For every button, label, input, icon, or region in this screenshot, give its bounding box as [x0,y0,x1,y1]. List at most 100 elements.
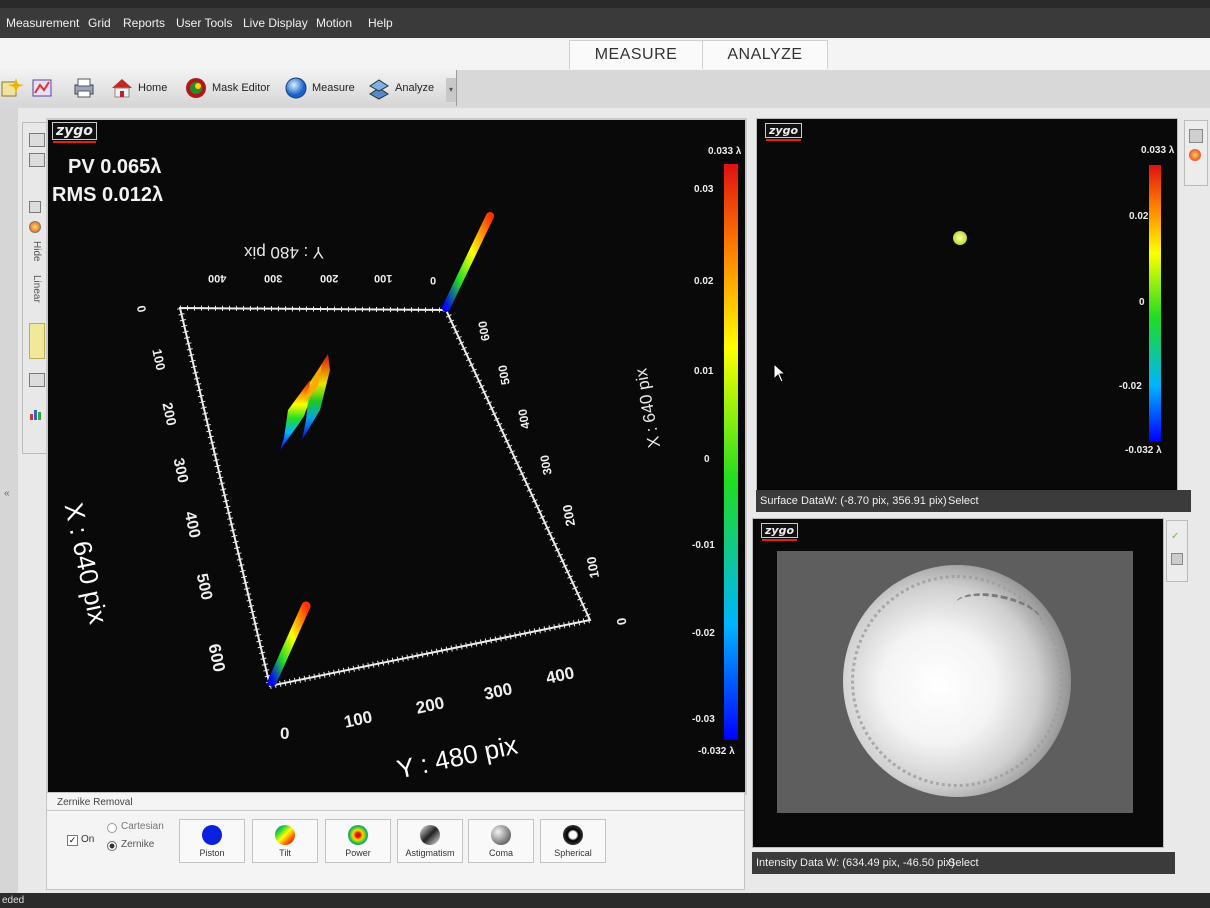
back-y-tick: 300 [264,272,283,284]
back-y-tick: 200 [320,272,339,284]
colorbar-tick: 0.02 [694,276,714,287]
measure-icon [285,77,307,99]
menu-bar: Measurement Grid Reports User Tools Live… [0,8,1210,39]
cartesian-label: Cartesian [121,821,164,832]
view-icon[interactable] [29,133,45,147]
back-y-tick: 400 [208,272,227,284]
analyze-button[interactable]: Analyze [367,74,434,102]
surface-side-toolbar [1184,120,1208,186]
check-icon[interactable]: ✓ [1171,531,1181,542]
color-map-icon[interactable] [29,221,41,233]
print-button[interactable] [72,74,100,102]
view2-icon[interactable] [29,153,45,167]
cartesian-radio[interactable] [107,823,117,833]
colorbar-tick: -0.01 [692,540,715,551]
mask-editor-icon [186,78,206,98]
power-button[interactable]: Power [325,819,391,863]
intensity-data-plot[interactable]: zygo [752,518,1164,848]
coma-button[interactable]: Coma [468,819,534,863]
power-label: Power [345,848,371,858]
intensity-image [777,551,1133,813]
status-bar: eded [0,893,1210,908]
surface-colorbar-min: -0.032 λ [1125,445,1162,456]
tilt-icon [275,825,295,845]
colorbar [724,164,738,740]
grid-icon[interactable] [1171,553,1183,565]
intensity-cursor-coords: W: (634.49 pix, -46.50 pix) [826,857,955,869]
home-button[interactable]: Home [110,74,167,102]
colorbar-tick: -0.03 [692,714,715,725]
menu-help[interactable]: Help [368,16,393,30]
intensity-spot [843,565,1071,797]
menu-motion[interactable]: Motion [316,16,352,30]
surface-status-label: Surface Data [760,495,825,507]
measure-button[interactable]: Measure [284,74,355,102]
spherical-button[interactable]: Spherical [540,819,606,863]
sparkle-icon [1,78,24,97]
printer-icon [74,78,94,98]
bar-chart-icon[interactable] [29,407,43,420]
astigmatism-icon [420,825,440,845]
highlight-tool-icon[interactable] [29,323,45,359]
color-map-icon[interactable] [1189,149,1201,161]
back-y-tick: 100 [374,272,393,284]
new-tool-button[interactable] [0,74,28,102]
toolbar-overflow-button[interactable]: ▾ [446,78,456,102]
intensity-side-toolbar: ✓ [1166,520,1188,582]
divider [47,810,744,811]
y-axis-back-title: Y : 480 pix [244,243,325,262]
back-y-tick: 0 [430,274,437,286]
menu-live-display[interactable]: Live Display [243,16,308,30]
tab-measure[interactable]: MEASURE [569,40,703,69]
chart-window-icon [32,79,52,97]
colorbar-min: -0.032 λ [698,746,735,757]
hide-toggle[interactable]: Hide [31,241,42,262]
tilt-button[interactable]: Tilt [252,819,318,863]
toolbar: Home Mask Editor Measure Analyze ▾ [0,70,457,106]
piston-label: Piston [199,848,225,858]
analyze-label: Analyze [395,82,435,94]
colorbar-tick: 0.01 [694,366,714,377]
mouse-cursor-icon [773,363,787,383]
menu-user-tools[interactable]: User Tools [176,16,232,30]
surface-3d-plot[interactable]: zygo PV 0.065λ RMS 0.012λ X: 640 pix Y … [46,118,747,795]
on-checkbox[interactable]: ✓ [67,835,78,846]
menu-measurement[interactable]: Measurement [6,16,79,30]
grid-icon[interactable] [1189,129,1203,143]
grid-icon[interactable] [29,201,41,213]
coma-icon [491,825,511,845]
on-label: On [81,834,95,845]
colorbar-tick: -0.02 [692,628,715,639]
menu-reports[interactable]: Reports [123,16,165,30]
surface-status-bar: Surface Data W: (-8.70 pix, 356.91 pix) … [756,490,1191,512]
colorbar-tick: 0 [704,454,710,465]
home-label: Home [138,82,168,94]
view-tab-row: MEASURE ANALYZE [0,38,1210,70]
main-area: « Hide Linear zygo PV 0.065λ RMS 0.012λ [0,108,1210,893]
surface-mode[interactable]: Select [948,490,979,512]
left-rail: « [0,108,18,893]
linear-toggle[interactable]: Linear [31,275,42,303]
surface-colorbar [1149,165,1161,441]
surface-colorbar-tick: -0.02 [1119,381,1142,392]
surface-data-plot[interactable]: zygo 0.033 λ -0.032 λ 0.02 0 -0.02 [756,118,1178,492]
colorbar-tick: 0.03 [694,184,714,195]
zernike-radio[interactable] [107,841,117,851]
analyze-icon [369,79,389,100]
open-chart-button[interactable] [30,74,58,102]
piston-button[interactable]: Piston [179,819,245,863]
piston-icon [202,825,222,845]
menu-grid[interactable]: Grid [88,16,111,30]
collapse-chevron-icon[interactable]: « [4,488,10,499]
intensity-mode[interactable]: Select [948,852,979,874]
tab-analyze[interactable]: ANALYZE [702,40,828,69]
surface-cursor-coords: W: (-8.70 pix, 356.91 pix) [824,495,947,507]
stats-icon[interactable] [29,373,45,387]
y-tick: 0 [280,724,290,743]
mask-editor-button[interactable]: Mask Editor [184,74,270,102]
surface-spot [953,231,967,245]
astigmatism-label: Astigmatism [405,848,455,858]
astigmatism-button[interactable]: Astigmatism [397,819,463,863]
intensity-status-label: Intensity Data [756,857,824,869]
screen: Measurement Grid Reports User Tools Live… [0,0,1210,908]
